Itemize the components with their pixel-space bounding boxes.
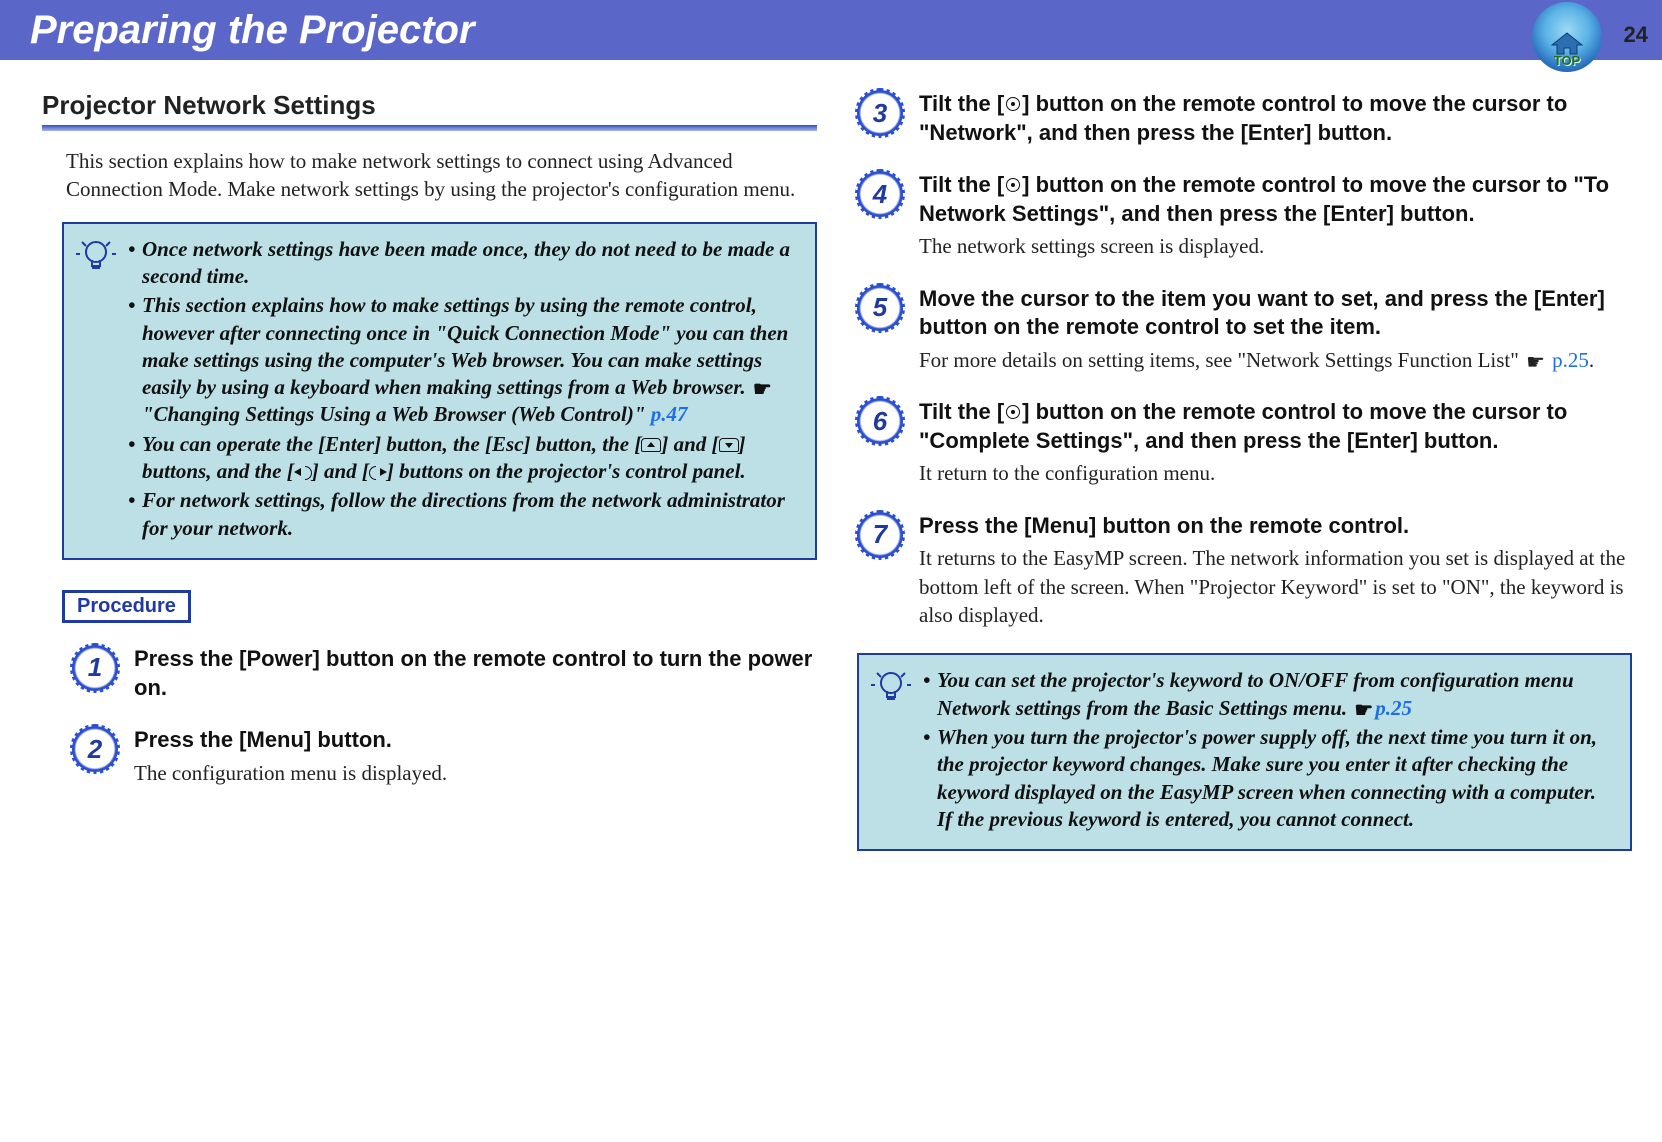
step-2: 2 Press the [Menu] button. The configura…	[42, 726, 817, 787]
link-p25-b[interactable]: p.25	[1375, 696, 1412, 720]
section-rule	[42, 125, 817, 131]
tip1-bullet3: You can operate the [Enter] button, the …	[142, 431, 799, 486]
tip1-bullet4: For network settings, follow the directi…	[142, 487, 799, 542]
link-p25-a[interactable]: p.25	[1552, 348, 1589, 372]
step2-sub: The configuration menu is displayed.	[134, 759, 447, 787]
tip-box-1: •Once network settings have been made on…	[62, 222, 817, 560]
tip2-bullet1: You can set the projector's keyword to O…	[937, 667, 1614, 722]
left-column: Projector Network Settings This section …	[42, 90, 817, 881]
step-badge-1: 1	[72, 645, 118, 691]
volume-down-icon	[294, 465, 312, 479]
tilt-icon	[1004, 403, 1022, 421]
step-6: 6 Tilt the [] button on the remote contr…	[857, 398, 1632, 488]
page-number: 24	[1624, 22, 1648, 48]
page-header: Preparing the Projector TOP 24	[0, 0, 1662, 60]
lightbulb-icon	[76, 236, 116, 276]
top-label: TOP	[1554, 53, 1581, 68]
tip1-bullet2: This section explains how to make settin…	[142, 292, 799, 428]
step5-text: Move the cursor to the item you want to …	[919, 285, 1632, 342]
step4-sub: The network settings screen is displayed…	[919, 232, 1632, 260]
tip-list-2: •You can set the projector's keyword to …	[923, 667, 1614, 835]
right-column: 3 Tilt the [] button on the remote contr…	[857, 90, 1632, 881]
content-area: Projector Network Settings This section …	[0, 60, 1662, 891]
section-intro: This section explains how to make networ…	[42, 147, 817, 204]
top-badge[interactable]: TOP	[1532, 2, 1602, 72]
step4-text: Tilt the [] button on the remote control…	[919, 171, 1632, 228]
volume-up-icon	[369, 465, 387, 479]
step7-text: Press the [Menu] button on the remote co…	[919, 512, 1632, 541]
tilt-icon	[1004, 95, 1022, 113]
step-badge-3: 3	[857, 90, 903, 136]
lightbulb-icon	[871, 667, 911, 707]
step2-text: Press the [Menu] button.	[134, 726, 447, 755]
step-1: 1 Press the [Power] button on the remote…	[42, 645, 817, 702]
step6-sub: It return to the configuration menu.	[919, 459, 1632, 487]
house-icon	[1550, 31, 1584, 55]
keystone-wide-icon	[641, 438, 661, 452]
tip-box-2: •You can set the projector's keyword to …	[857, 653, 1632, 851]
step7-sub: It returns to the EasyMP screen. The net…	[919, 544, 1632, 629]
tip2-bullet2: When you turn the projector's power supp…	[937, 724, 1614, 833]
procedure-label: Procedure	[62, 590, 191, 623]
pointer-icon: ☛	[1526, 348, 1545, 376]
section-title: Projector Network Settings	[42, 90, 817, 121]
step-badge-2: 2	[72, 726, 118, 772]
step-badge-6: 6	[857, 398, 903, 444]
step-badge-7: 7	[857, 512, 903, 558]
step-badge-4: 4	[857, 171, 903, 217]
step5-sub: For more details on setting items, see "…	[919, 346, 1632, 374]
pointer-icon: ☛	[1354, 697, 1373, 724]
link-p47[interactable]: p.47	[651, 402, 688, 426]
pointer-icon: ☛	[753, 376, 772, 403]
keystone-narrow-icon	[719, 438, 739, 452]
tip-list-1: •Once network settings have been made on…	[128, 236, 799, 544]
tilt-icon	[1004, 176, 1022, 194]
step-4: 4 Tilt the [] button on the remote contr…	[857, 171, 1632, 261]
step1-text: Press the [Power] button on the remote c…	[134, 645, 817, 702]
step-badge-5: 5	[857, 285, 903, 331]
tip1-bullet1: Once network settings have been made onc…	[142, 236, 799, 291]
page-title: Preparing the Projector	[30, 8, 475, 53]
step-7: 7 Press the [Menu] button on the remote …	[857, 512, 1632, 630]
step3-text: Tilt the [] button on the remote control…	[919, 90, 1632, 147]
step-3: 3 Tilt the [] button on the remote contr…	[857, 90, 1632, 147]
step-5: 5 Move the cursor to the item you want t…	[857, 285, 1632, 375]
step6-text: Tilt the [] button on the remote control…	[919, 398, 1632, 455]
